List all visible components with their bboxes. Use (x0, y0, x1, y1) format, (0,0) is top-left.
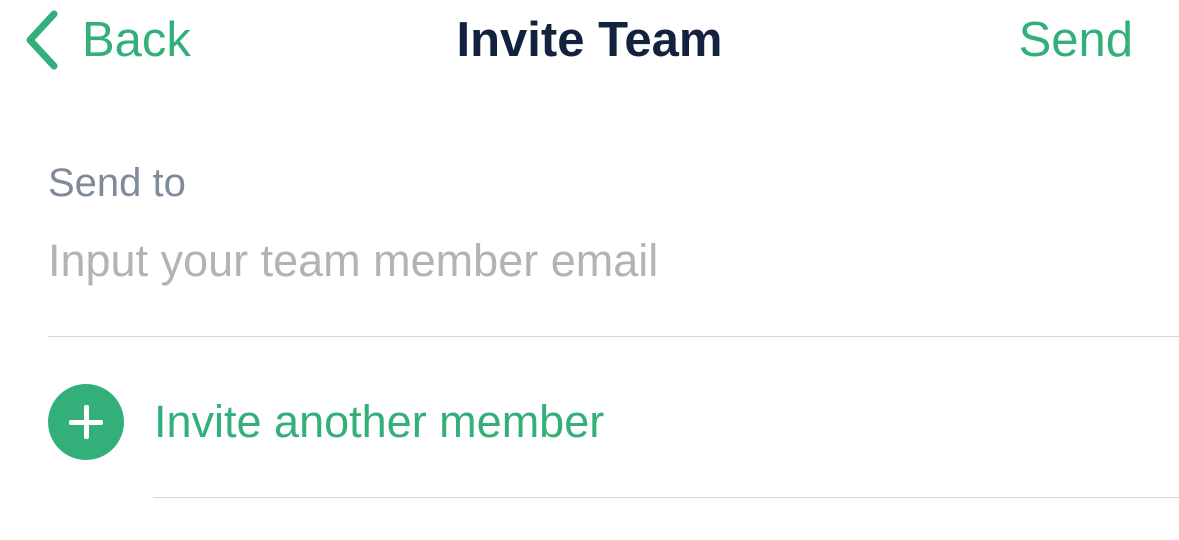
back-label: Back (82, 13, 191, 67)
invite-another-member-button[interactable]: Invite another member (48, 382, 604, 462)
plus-circle-icon (48, 384, 124, 460)
chevron-left-icon (22, 8, 62, 72)
back-button[interactable]: Back (22, 8, 191, 72)
email-input[interactable] (48, 228, 1148, 294)
invite-divider (153, 497, 1179, 498)
send-to-label: Send to (48, 161, 186, 205)
email-divider (48, 336, 1179, 337)
send-button[interactable]: Send (1019, 8, 1133, 72)
navigation-bar: Back Invite Team Send (0, 0, 1179, 90)
invite-another-member-label: Invite another member (154, 396, 605, 447)
